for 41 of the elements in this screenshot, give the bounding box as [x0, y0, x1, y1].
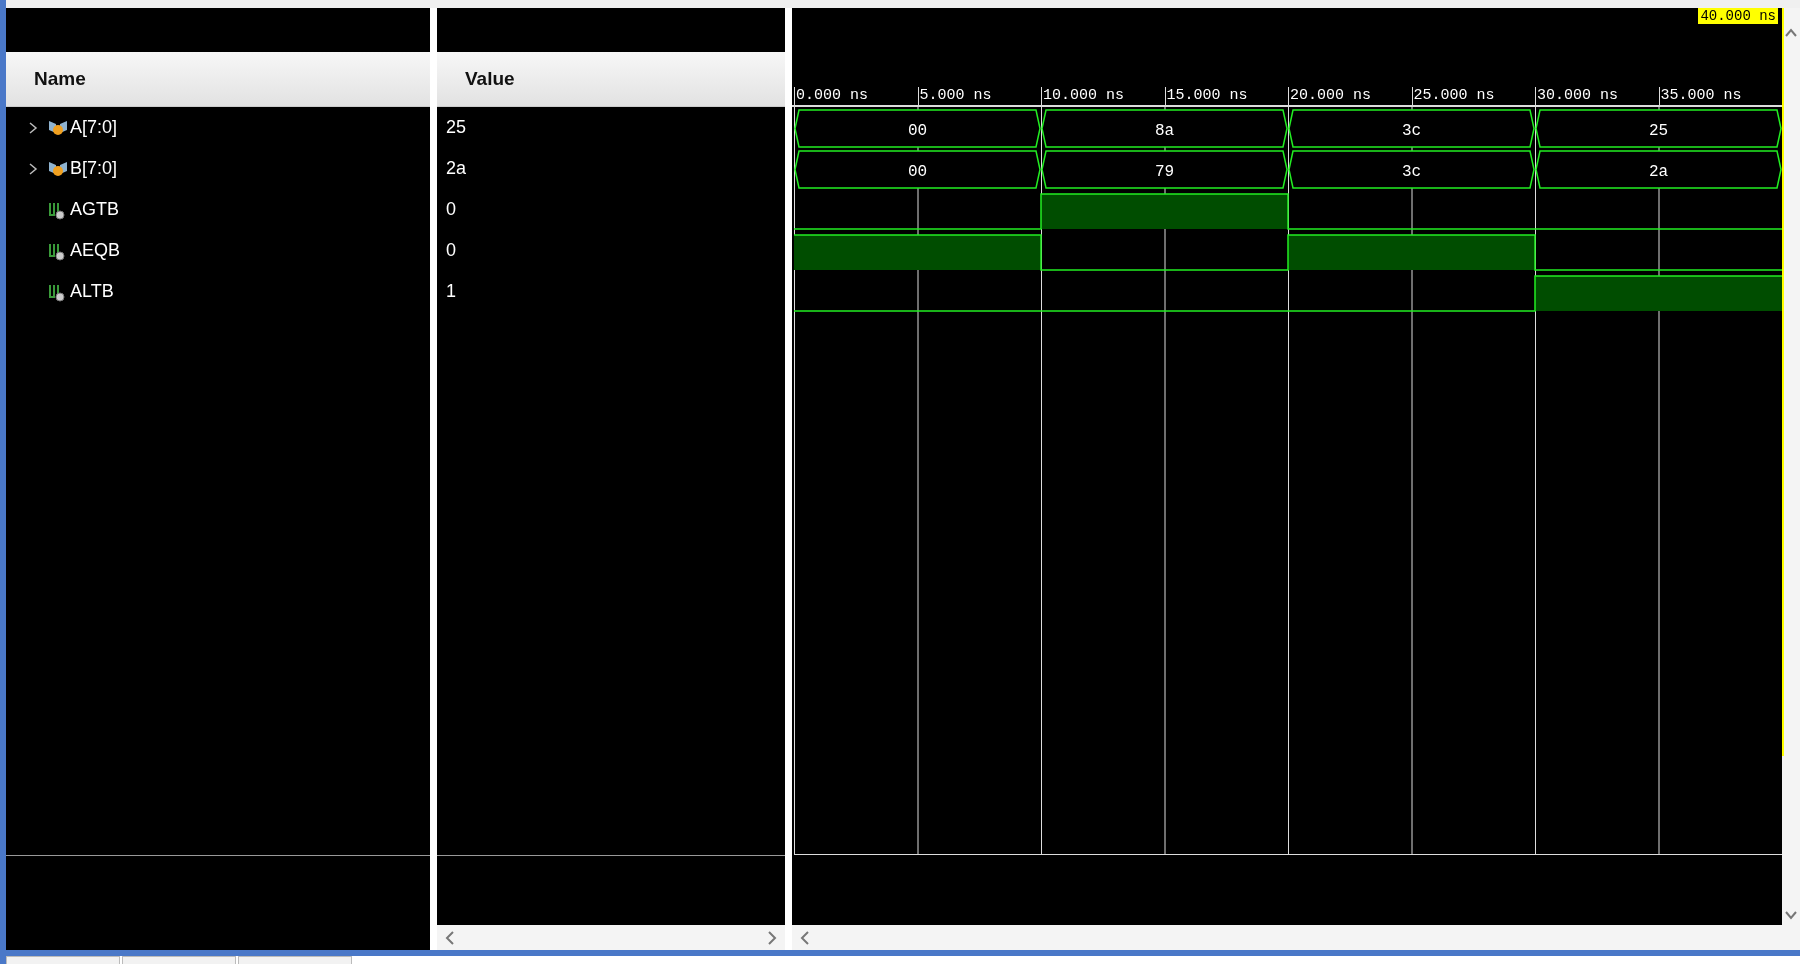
signal-name[interactable]: ALTB — [70, 281, 114, 302]
signal-value: 25 — [446, 117, 467, 138]
signal-name[interactable]: B[7:0] — [70, 158, 118, 179]
bus-value-label: 00 — [907, 122, 928, 140]
scroll-down-icon[interactable] — [1784, 910, 1798, 920]
bus-value-label: 00 — [907, 163, 928, 181]
bus-value-label: 3c — [1401, 163, 1422, 181]
time-tick-label: 15.000 ns — [1164, 87, 1288, 105]
bus-value-label: 8a — [1154, 122, 1175, 140]
bus-value-label: 3c — [1401, 122, 1422, 140]
scroll-right-icon[interactable] — [767, 929, 777, 946]
horizontal-scrollbar[interactable] — [792, 925, 1782, 950]
signal-value: 0 — [446, 199, 456, 220]
tab[interactable] — [238, 956, 352, 964]
bus-value-label: 79 — [1154, 163, 1175, 181]
time-tick-label: 30.000 ns — [1535, 87, 1659, 105]
signal-name[interactable]: AEQB — [70, 240, 121, 261]
bus-value-label: 25 — [1648, 122, 1669, 140]
time-tick-label: 20.000 ns — [1288, 87, 1412, 105]
tab[interactable] — [122, 956, 236, 964]
signal-name[interactable]: A[7:0] — [70, 117, 118, 138]
time-tick-label: 25.000 ns — [1411, 87, 1535, 105]
time-tick-label: 10.000 ns — [1041, 87, 1165, 105]
horizontal-scrollbar[interactable] — [437, 925, 785, 950]
scroll-left-icon[interactable] — [800, 929, 810, 946]
signal-value: 1 — [446, 281, 456, 302]
column-header[interactable]: Value — [437, 52, 785, 107]
signal-value: 2a — [446, 158, 467, 179]
expand-chevron-icon[interactable] — [28, 120, 38, 135]
signal-value: 0 — [446, 240, 456, 261]
column-header[interactable]: Name — [6, 52, 430, 107]
scroll-up-icon[interactable] — [1784, 28, 1798, 38]
time-tick-label: 5.000 ns — [917, 87, 1041, 105]
scroll-left-icon[interactable] — [445, 929, 455, 946]
expand-chevron-icon[interactable] — [28, 161, 38, 176]
cursor-time-label: 40.000 ns — [1698, 8, 1778, 24]
vertical-scrollbar[interactable] — [1782, 8, 1800, 950]
tab[interactable] — [6, 956, 120, 964]
bus-value-label: 2a — [1648, 163, 1669, 181]
signal-name[interactable]: AGTB — [70, 199, 119, 220]
time-tick-label: 0.000 ns — [794, 87, 918, 105]
